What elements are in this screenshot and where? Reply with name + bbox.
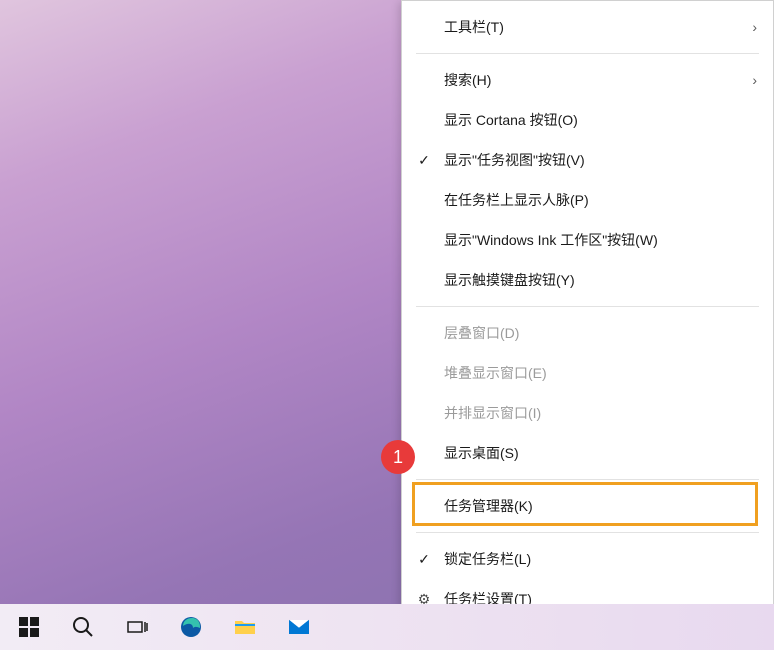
menu-item: 堆叠显示窗口(E)	[402, 353, 773, 393]
menu-item[interactable]: 显示"Windows Ink 工作区"按钮(W)	[402, 220, 773, 260]
menu-item: 层叠窗口(D)	[402, 313, 773, 353]
menu-item-label: 工具栏(T)	[444, 17, 504, 37]
task-view-icon	[125, 615, 149, 639]
chevron-right-icon: ›	[752, 72, 757, 88]
menu-item[interactable]: 搜索(H) ›	[402, 60, 773, 100]
mail-button[interactable]	[274, 606, 324, 648]
taskbar-context-menu: 工具栏(T) › 搜索(H) › 显示 Cortana 按钮(O) ✓ 显示"任务视图"按钮…	[401, 0, 774, 630]
task-view-button[interactable]	[112, 606, 162, 648]
menu-item[interactable]: ✓ 显示"任务视图"按钮(V)	[402, 140, 773, 180]
checkmark-icon: ✓	[412, 551, 436, 568]
search-icon	[71, 615, 95, 639]
start-button[interactable]	[4, 606, 54, 648]
menu-item-label: 层叠窗口(D)	[444, 323, 519, 343]
menu-item: 并排显示窗口(I)	[402, 393, 773, 433]
menu-item-label: 任务管理器(K)	[444, 496, 533, 516]
menu-item-label: 搜索(H)	[444, 70, 491, 90]
menu-item[interactable]: ✓ 锁定任务栏(L)	[402, 539, 773, 579]
menu-item-label: 显示 Cortana 按钮(O)	[444, 110, 578, 130]
menu-item-label: 显示触摸键盘按钮(Y)	[444, 270, 575, 290]
menu-item[interactable]: 工具栏(T) ›	[402, 7, 773, 47]
menu-item[interactable]: 显示触摸键盘按钮(Y)	[402, 260, 773, 300]
menu-item-label: 显示桌面(S)	[444, 443, 519, 463]
menu-item-label: 并排显示窗口(I)	[444, 403, 541, 423]
menu-item-label: 在任务栏上显示人脉(P)	[444, 190, 589, 210]
menu-item-label: 显示"Windows Ink 工作区"按钮(W)	[444, 230, 658, 250]
mail-icon	[287, 615, 311, 639]
menu-separator	[416, 479, 759, 480]
menu-separator	[416, 53, 759, 54]
folder-icon	[233, 615, 257, 639]
menu-item[interactable]: 在任务栏上显示人脉(P)	[402, 180, 773, 220]
menu-item[interactable]: 显示 Cortana 按钮(O)	[402, 100, 773, 140]
file-explorer-button[interactable]	[220, 606, 270, 648]
menu-item[interactable]: 显示桌面(S)	[402, 433, 773, 473]
edge-icon	[179, 615, 203, 639]
checkmark-icon: ✓	[412, 152, 436, 169]
search-button[interactable]	[58, 606, 108, 648]
windows-icon	[17, 615, 41, 639]
taskbar[interactable]	[0, 604, 774, 650]
annotation-badge: 1	[381, 440, 415, 474]
chevron-right-icon: ›	[752, 19, 757, 35]
menu-separator	[416, 532, 759, 533]
menu-item[interactable]: 任务管理器(K)	[402, 486, 773, 526]
menu-separator	[416, 306, 759, 307]
menu-item-label: 锁定任务栏(L)	[444, 549, 531, 569]
menu-item-label: 显示"任务视图"按钮(V)	[444, 150, 585, 170]
menu-item-label: 堆叠显示窗口(E)	[444, 363, 547, 383]
edge-button[interactable]	[166, 606, 216, 648]
